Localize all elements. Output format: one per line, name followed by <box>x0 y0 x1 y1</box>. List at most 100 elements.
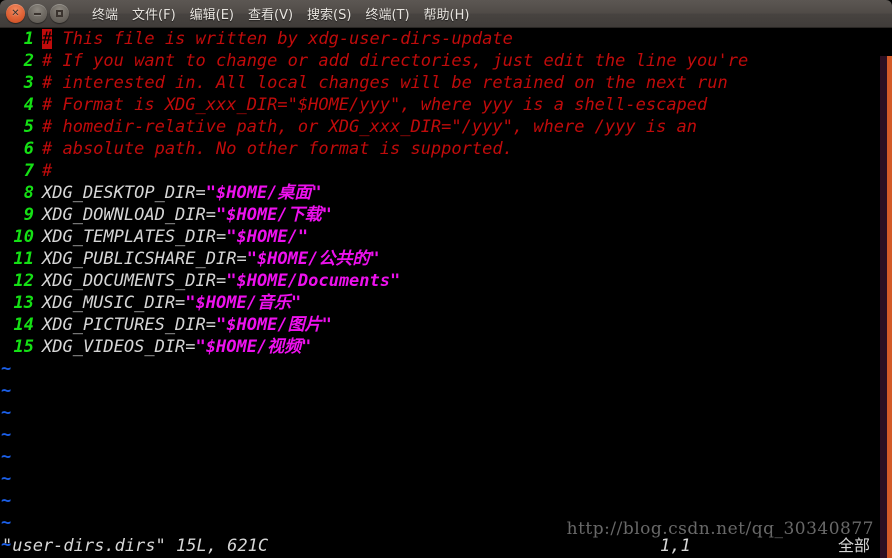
string-literal: "$HOME/音乐" <box>185 293 302 313</box>
line-text: XDG_DOWNLOAD_DIR="$HOME/下载" <box>34 204 332 226</box>
close-icon: ✕ <box>11 7 20 19</box>
menu-item-view[interactable]: 查看(V) <box>241 2 300 25</box>
editor-line[interactable]: 13 XDG_MUSIC_DIR="$HOME/音乐" <box>0 292 892 314</box>
vim-status-line: "user-dirs.dirs" 15L, 621C 1,1 全部 <box>0 534 892 558</box>
line-text: # homedir-relative path, or XDG_xxx_DIR=… <box>34 116 697 138</box>
close-button[interactable]: ✕ <box>6 4 25 23</box>
editor-line[interactable]: 6 # absolute path. No other format is sup… <box>0 138 892 160</box>
empty-line-marker: ~ <box>1 513 12 533</box>
line-number: 3 <box>23 73 34 93</box>
comment-text: This file is written by xdg-user-dirs-up… <box>52 29 513 49</box>
menu-item-edit[interactable]: 编辑(E) <box>183 2 241 25</box>
string-literal: "$HOME/下载" <box>216 205 332 225</box>
editor-line[interactable]: 4 # Format is XDG_xxx_DIR="$HOME/yyy", wh… <box>0 94 892 116</box>
line-number: 12 <box>13 271 34 291</box>
string-literal: "$HOME/Documents" <box>226 271 401 291</box>
status-filename: "user-dirs.dirs" 15L, 621C <box>2 536 269 556</box>
comment-text: # homedir-relative path, or XDG_xxx_DIR=… <box>42 117 698 137</box>
string-literal: "$HOME/视频" <box>195 337 312 357</box>
line-text: # Format is XDG_xxx_DIR="$HOME/yyy", whe… <box>34 94 707 116</box>
line-text: XDG_PICTURES_DIR="$HOME/图片" <box>34 314 332 336</box>
terminal-content[interactable]: 1 # This file is written by xdg-user-dirs… <box>0 28 892 558</box>
line-number: 8 <box>23 183 34 203</box>
editor-line[interactable]: 9 XDG_DOWNLOAD_DIR="$HOME/下载" <box>0 204 892 226</box>
line-text: XDG_DOCUMENTS_DIR="$HOME/Documents" <box>34 270 400 292</box>
line-number: 7 <box>23 161 34 181</box>
line-number: 6 <box>23 139 34 159</box>
string-literal: "$HOME/公共的" <box>246 249 380 269</box>
editor-line[interactable]: 11 XDG_PUBLICSHARE_DIR="$HOME/公共的" <box>0 248 892 270</box>
empty-line-marker: ~ <box>1 359 12 379</box>
editor-line[interactable]: 5 # homedir-relative path, or XDG_xxx_DIR… <box>0 116 892 138</box>
comment-text: # If you want to change or add directori… <box>42 51 749 71</box>
maximize-icon <box>56 10 63 17</box>
menu-bar: 终端 文件(F) 编辑(E) 查看(V) 搜索(S) 终端(T) 帮助(H) <box>85 2 476 25</box>
line-text: XDG_DESKTOP_DIR="$HOME/桌面" <box>34 182 322 204</box>
variable-name: XDG_PICTURES_DIR= <box>42 315 216 335</box>
maximize-button[interactable] <box>50 4 69 23</box>
status-scroll-percent: 全部 <box>838 536 871 555</box>
editor-line[interactable]: 7 # <box>0 160 892 182</box>
variable-name: XDG_DESKTOP_DIR= <box>42 183 206 203</box>
menu-item-help[interactable]: 帮助(H) <box>417 2 477 25</box>
vim-buffer: 1 # This file is written by xdg-user-dirs… <box>0 28 892 556</box>
line-number: 13 <box>13 293 34 313</box>
line-number: 11 <box>13 249 34 269</box>
variable-name: XDG_TEMPLATES_DIR= <box>42 227 227 247</box>
variable-name: XDG_MUSIC_DIR= <box>42 293 186 313</box>
scrollbar-thumb[interactable] <box>887 56 892 558</box>
line-number: 5 <box>23 117 34 137</box>
editor-line[interactable]: 14 XDG_PICTURES_DIR="$HOME/图片" <box>0 314 892 336</box>
line-number: 4 <box>23 95 34 115</box>
editor-line[interactable]: 12 XDG_DOCUMENTS_DIR="$HOME/Documents" <box>0 270 892 292</box>
line-number: 14 <box>13 315 34 335</box>
window-titlebar: ✕ 终端 文件(F) 编辑(E) 查看(V) 搜索(S) 终端(T) 帮助(H) <box>0 0 892 28</box>
minimize-button[interactable] <box>28 4 47 23</box>
scrollbar[interactable] <box>880 56 892 558</box>
line-number: 1 <box>23 29 34 49</box>
minimize-icon <box>34 12 41 15</box>
comment-text: # Format is XDG_xxx_DIR="$HOME/yyy", whe… <box>42 95 708 115</box>
string-literal: "$HOME/" <box>226 227 309 247</box>
text-cursor[interactable]: # <box>42 29 53 49</box>
comment-text: # interested in. All local changes will … <box>42 73 728 93</box>
line-text: # <box>34 160 52 182</box>
editor-line[interactable]: 8 XDG_DESKTOP_DIR="$HOME/桌面" <box>0 182 892 204</box>
variable-name: XDG_VIDEOS_DIR= <box>42 337 196 357</box>
line-text: XDG_TEMPLATES_DIR="$HOME/" <box>34 226 308 248</box>
menu-item-terminal-app[interactable]: 终端 <box>85 2 125 25</box>
empty-line-marker: ~ <box>1 381 12 401</box>
line-number: 10 <box>13 227 34 247</box>
line-text: # If you want to change or add directori… <box>34 50 748 72</box>
string-literal: "$HOME/桌面" <box>205 183 322 203</box>
editor-line[interactable]: 2 # If you want to change or add director… <box>0 50 892 72</box>
line-text: # interested in. All local changes will … <box>34 72 728 94</box>
editor-line[interactable]: 15 XDG_VIDEOS_DIR="$HOME/视频" <box>0 336 892 358</box>
empty-line-marker: ~ <box>1 403 12 423</box>
editor-line[interactable]: 10 XDG_TEMPLATES_DIR="$HOME/" <box>0 226 892 248</box>
menu-item-search[interactable]: 搜索(S) <box>300 2 358 25</box>
menu-item-file[interactable]: 文件(F) <box>125 2 183 25</box>
status-cursor-position: 1,1 <box>660 536 691 556</box>
empty-line-marker: ~ <box>1 469 12 489</box>
empty-line-marker: ~ <box>1 447 12 467</box>
comment-text: # <box>42 161 53 181</box>
line-text: # This file is written by xdg-user-dirs-… <box>34 28 513 50</box>
line-text: # absolute path. No other format is supp… <box>34 138 513 160</box>
comment-text: # absolute path. No other format is supp… <box>42 139 513 159</box>
line-text: XDG_VIDEOS_DIR="$HOME/视频" <box>34 336 311 358</box>
line-text: XDG_MUSIC_DIR="$HOME/音乐" <box>34 292 301 314</box>
variable-name: XDG_DOCUMENTS_DIR= <box>42 271 227 291</box>
empty-line-marker: ~ <box>1 425 12 445</box>
line-number: 15 <box>13 337 34 357</box>
variable-name: XDG_DOWNLOAD_DIR= <box>42 205 216 225</box>
empty-line-marker: ~ <box>1 491 12 511</box>
editor-line[interactable]: 3 # interested in. All local changes will… <box>0 72 892 94</box>
string-literal: "$HOME/图片" <box>216 315 332 335</box>
terminal-window: ✕ 终端 文件(F) 编辑(E) 查看(V) 搜索(S) 终端(T) 帮助(H)… <box>0 0 892 558</box>
editor-line[interactable]: 1 # This file is written by xdg-user-dirs… <box>0 28 892 50</box>
window-controls: ✕ <box>6 4 69 23</box>
line-number: 2 <box>23 51 34 71</box>
menu-item-terminal[interactable]: 终端(T) <box>358 2 416 25</box>
line-number: 9 <box>23 205 34 225</box>
